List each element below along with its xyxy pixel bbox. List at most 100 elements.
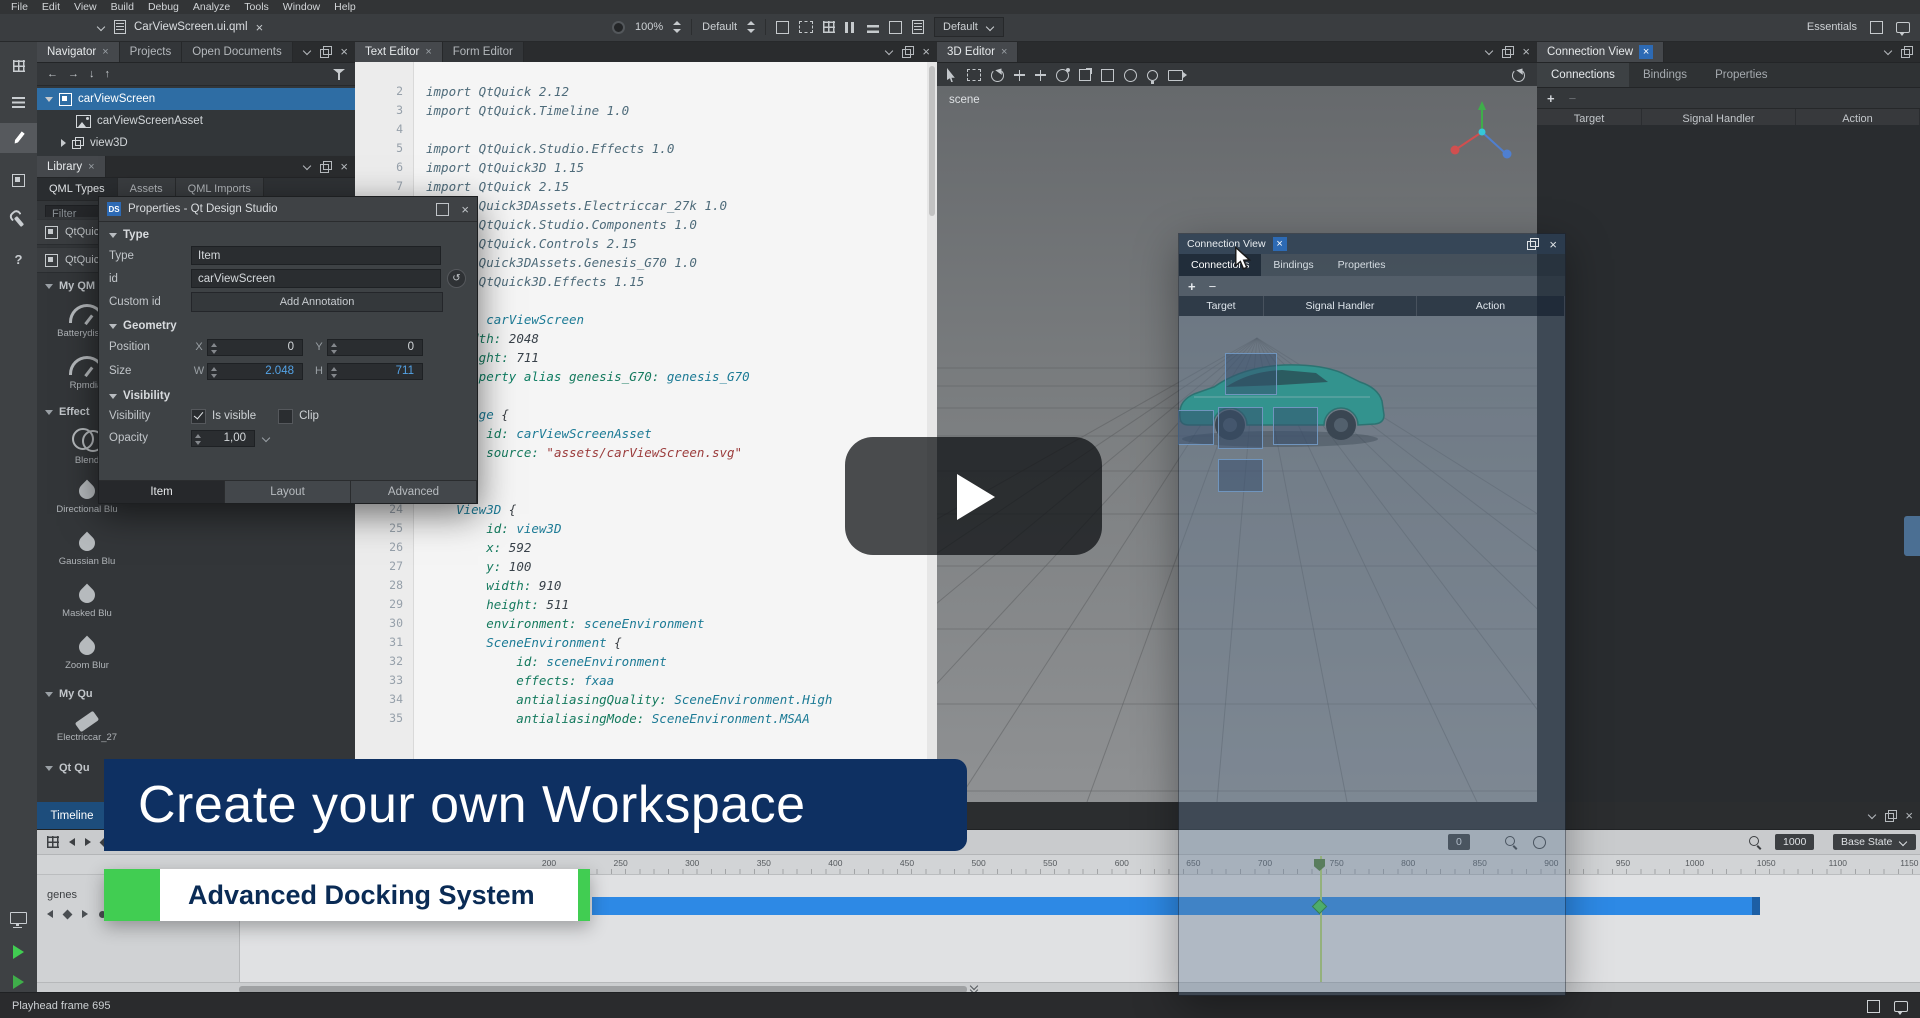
float-icon[interactable]	[1527, 238, 1539, 250]
menu-edit[interactable]: Edit	[35, 0, 67, 14]
video-play-button[interactable]	[845, 437, 1102, 555]
floating-tab-bindings[interactable]: Bindings	[1261, 254, 1325, 276]
add-item-icon[interactable]	[776, 21, 789, 34]
section-type[interactable]: Type	[123, 229, 149, 241]
menu-file[interactable]: File	[4, 0, 35, 14]
tree-item-carviewscreenasset[interactable]: carViewScreenAsset	[37, 110, 355, 132]
float-icon[interactable]	[1901, 46, 1913, 58]
scale-icon[interactable]	[1079, 69, 1091, 81]
close-icon[interactable]: ×	[102, 46, 108, 58]
canvas-icon[interactable]	[889, 21, 902, 34]
rail-kit-selector[interactable]	[0, 903, 37, 933]
connections-tab-bindings[interactable]: Bindings	[1629, 63, 1701, 87]
next-frame-icon[interactable]	[85, 838, 91, 846]
rail-help[interactable]: ?	[0, 244, 37, 274]
close-icon[interactable]: ×	[1905, 809, 1913, 822]
connections-table[interactable]	[1179, 316, 1565, 995]
menu-analyze[interactable]: Analyze	[186, 0, 237, 14]
tab-projects[interactable]: Projects	[120, 41, 183, 62]
float-icon[interactable]	[1885, 810, 1897, 822]
panel-icon[interactable]	[1870, 21, 1883, 34]
close-icon[interactable]: ×	[922, 45, 930, 58]
tab-connection-view[interactable]: Connection View ×	[1537, 41, 1664, 62]
add-annotation-button[interactable]: Add Annotation	[191, 292, 443, 312]
menu-tools[interactable]: Tools	[237, 0, 276, 14]
filter-icon[interactable]	[333, 69, 345, 80]
prev-keyframe-icon[interactable]	[47, 910, 53, 918]
fit-selected-icon[interactable]	[1101, 69, 1114, 82]
snap-icon[interactable]	[1014, 70, 1025, 81]
library-item-masked-blu[interactable]: Masked Blu	[39, 577, 135, 629]
library-item-zoom-blur[interactable]: Zoom Blur	[39, 629, 135, 681]
width-spinner[interactable]: 2.048	[207, 363, 303, 380]
clip-checkbox[interactable]	[278, 409, 293, 424]
tab-timeline[interactable]: Timeline	[37, 802, 107, 829]
essentials-label[interactable]: Essentials	[1807, 21, 1857, 33]
arrow-right-icon[interactable]: →	[68, 69, 79, 80]
rail-tools[interactable]	[0, 205, 37, 235]
close-icon[interactable]: ×	[340, 160, 348, 173]
close-icon[interactable]: ×	[1639, 45, 1653, 59]
close-icon[interactable]: ×	[1549, 238, 1557, 251]
menu-debug[interactable]: Debug	[141, 0, 186, 14]
show-grid-icon[interactable]	[823, 21, 835, 33]
columns-layout-icon[interactable]	[845, 22, 857, 33]
search-icon[interactable]	[1749, 836, 1762, 849]
reset-icon[interactable]: ↺	[447, 269, 466, 288]
timeline-duration-bar[interactable]	[592, 897, 1760, 915]
edit-light-icon[interactable]	[1147, 70, 1158, 81]
properties-dialog[interactable]: DS Properties - Qt Design Studio × Type …	[98, 196, 478, 504]
panel-icon[interactable]	[1867, 1000, 1880, 1013]
rows-layout-icon[interactable]	[867, 22, 879, 33]
tree-item-view3d[interactable]: view3D	[37, 132, 355, 154]
style-stepper[interactable]	[747, 21, 755, 33]
type-field[interactable]	[191, 246, 441, 265]
connections-tab-connections[interactable]: Connections	[1537, 63, 1629, 87]
dialog-title-bar[interactable]: DS Properties - Qt Design Studio ×	[99, 197, 477, 222]
properties-tab-advanced[interactable]: Advanced	[351, 481, 477, 503]
chevron-down-icon[interactable]	[261, 435, 271, 442]
annotations-icon[interactable]	[912, 20, 924, 34]
menu-window[interactable]: Window	[276, 0, 327, 14]
chevron-down-icon[interactable]	[302, 163, 312, 170]
tab-library[interactable]: Library ×	[37, 156, 106, 177]
reset-view-icon[interactable]	[1512, 69, 1525, 82]
chat-icon[interactable]	[1894, 1001, 1908, 1012]
x-spinner[interactable]: 0	[207, 339, 303, 356]
rail-run[interactable]	[0, 937, 37, 967]
opacity-spinner[interactable]: 1,00	[191, 430, 255, 447]
select-icon[interactable]	[947, 68, 957, 82]
zoom-icon[interactable]	[612, 21, 625, 34]
floating-connection-view[interactable]: Connection View × × ConnectionsBindingsP…	[1178, 233, 1566, 996]
float-icon[interactable]	[320, 46, 332, 58]
library-item-electriccar-27[interactable]: Electriccar_27	[39, 703, 135, 755]
section-geometry[interactable]: Geometry	[123, 320, 177, 332]
zoom-level[interactable]: 100%	[635, 21, 663, 33]
tab-text-editor[interactable]: Text Editor×	[355, 41, 443, 62]
prev-frame-icon[interactable]	[69, 838, 75, 846]
rail-edit[interactable]	[0, 123, 37, 153]
close-icon[interactable]: ×	[340, 45, 348, 58]
state-select[interactable]: Base State	[1833, 834, 1916, 850]
menu-help[interactable]: Help	[327, 0, 363, 14]
chat-icon[interactable]	[1896, 22, 1910, 33]
chevron-down-icon[interactable]	[1484, 48, 1494, 55]
maximize-icon[interactable]	[436, 203, 449, 216]
close-icon[interactable]: ×	[425, 46, 431, 58]
rail-documents[interactable]	[0, 87, 37, 117]
tab-3d-editor[interactable]: 3D Editor×	[937, 41, 1018, 62]
connections-table[interactable]	[1537, 125, 1920, 802]
chevron-down-icon[interactable]	[1883, 48, 1893, 55]
arrow-up-icon[interactable]: ↑	[105, 69, 111, 80]
close-icon[interactable]: ×	[88, 161, 94, 173]
end-frame-field[interactable]: 1000	[1775, 834, 1814, 850]
zoom-stepper[interactable]	[673, 21, 681, 33]
rail-apps[interactable]	[0, 51, 37, 81]
float-icon[interactable]	[320, 161, 332, 173]
height-spinner[interactable]: 711	[327, 363, 423, 380]
show-bounds-icon[interactable]	[799, 21, 813, 33]
open-file-tab[interactable]: CarViewScreen.ui.qml	[134, 21, 248, 33]
style-select[interactable]: Default	[702, 21, 737, 33]
float-icon[interactable]	[902, 46, 914, 58]
close-icon[interactable]: ×	[1001, 46, 1007, 58]
